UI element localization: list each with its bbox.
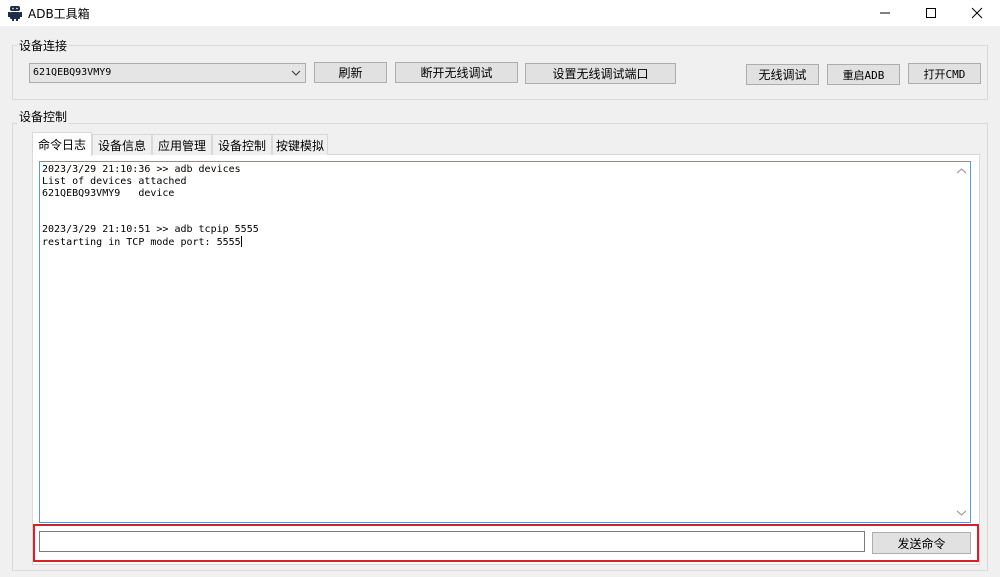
wireless-debug-button[interactable]: 无线调试 [746,64,819,85]
log-line: List of devices attached [42,176,187,187]
command-input[interactable] [39,531,865,552]
adb-toolbox-window: ADB工具箱 设备连接 621QEBQ93VMY9 刷新 断开无线调试 设置无线… [0,0,1000,577]
maximize-button[interactable] [908,0,954,26]
log-line: 2023/3/29 21:10:51 >> adb tcpip 5555 [42,224,259,235]
text-caret [240,236,242,247]
log-line: restarting in TCP mode port: 5555 [42,237,241,248]
tab-command-log[interactable]: 命令日志 [32,132,92,156]
device-select[interactable]: 621QEBQ93VMY9 [29,63,306,83]
chevron-down-icon [291,70,301,76]
control-group-label: 设备控制 [17,108,70,125]
refresh-button[interactable]: 刷新 [314,62,387,83]
open-cmd-button[interactable]: 打开CMD [908,63,981,84]
tab-app-management[interactable]: 应用管理 [152,134,212,155]
log-scrollbar[interactable] [953,162,970,522]
set-wireless-port-button[interactable]: 设置无线调试端口 [525,63,676,84]
restart-adb-button[interactable]: 重启ADB [827,64,900,85]
tab-key-simulation[interactable]: 按键模拟 [272,134,328,155]
send-command-button[interactable]: 发送命令 [872,532,971,554]
maximize-icon [926,8,936,18]
tab-device-info[interactable]: 设备信息 [92,134,152,155]
close-button[interactable] [954,0,1000,26]
android-bot-icon [8,6,22,21]
log-line: 2023/3/29 21:10:36 >> adb devices [42,164,241,175]
scroll-down-icon[interactable] [956,508,967,518]
command-log-text: 2023/3/29 21:10:36 >> adb devices List o… [42,164,952,249]
log-line: 621QEBQ93VMY9 device [42,188,175,199]
close-icon [971,7,983,19]
command-log-textarea[interactable]: 2023/3/29 21:10:36 >> adb devices List o… [39,161,971,523]
tab-device-control[interactable]: 设备控制 [212,134,272,155]
connection-group-label: 设备连接 [17,37,70,54]
title-bar: ADB工具箱 [0,0,1000,26]
minimize-icon [880,12,890,14]
window-title: ADB工具箱 [28,7,90,21]
scroll-up-icon[interactable] [956,166,967,176]
device-select-value: 621QEBQ93VMY9 [33,67,112,78]
disconnect-wireless-button[interactable]: 断开无线调试 [395,62,518,83]
minimize-button[interactable] [862,0,908,26]
